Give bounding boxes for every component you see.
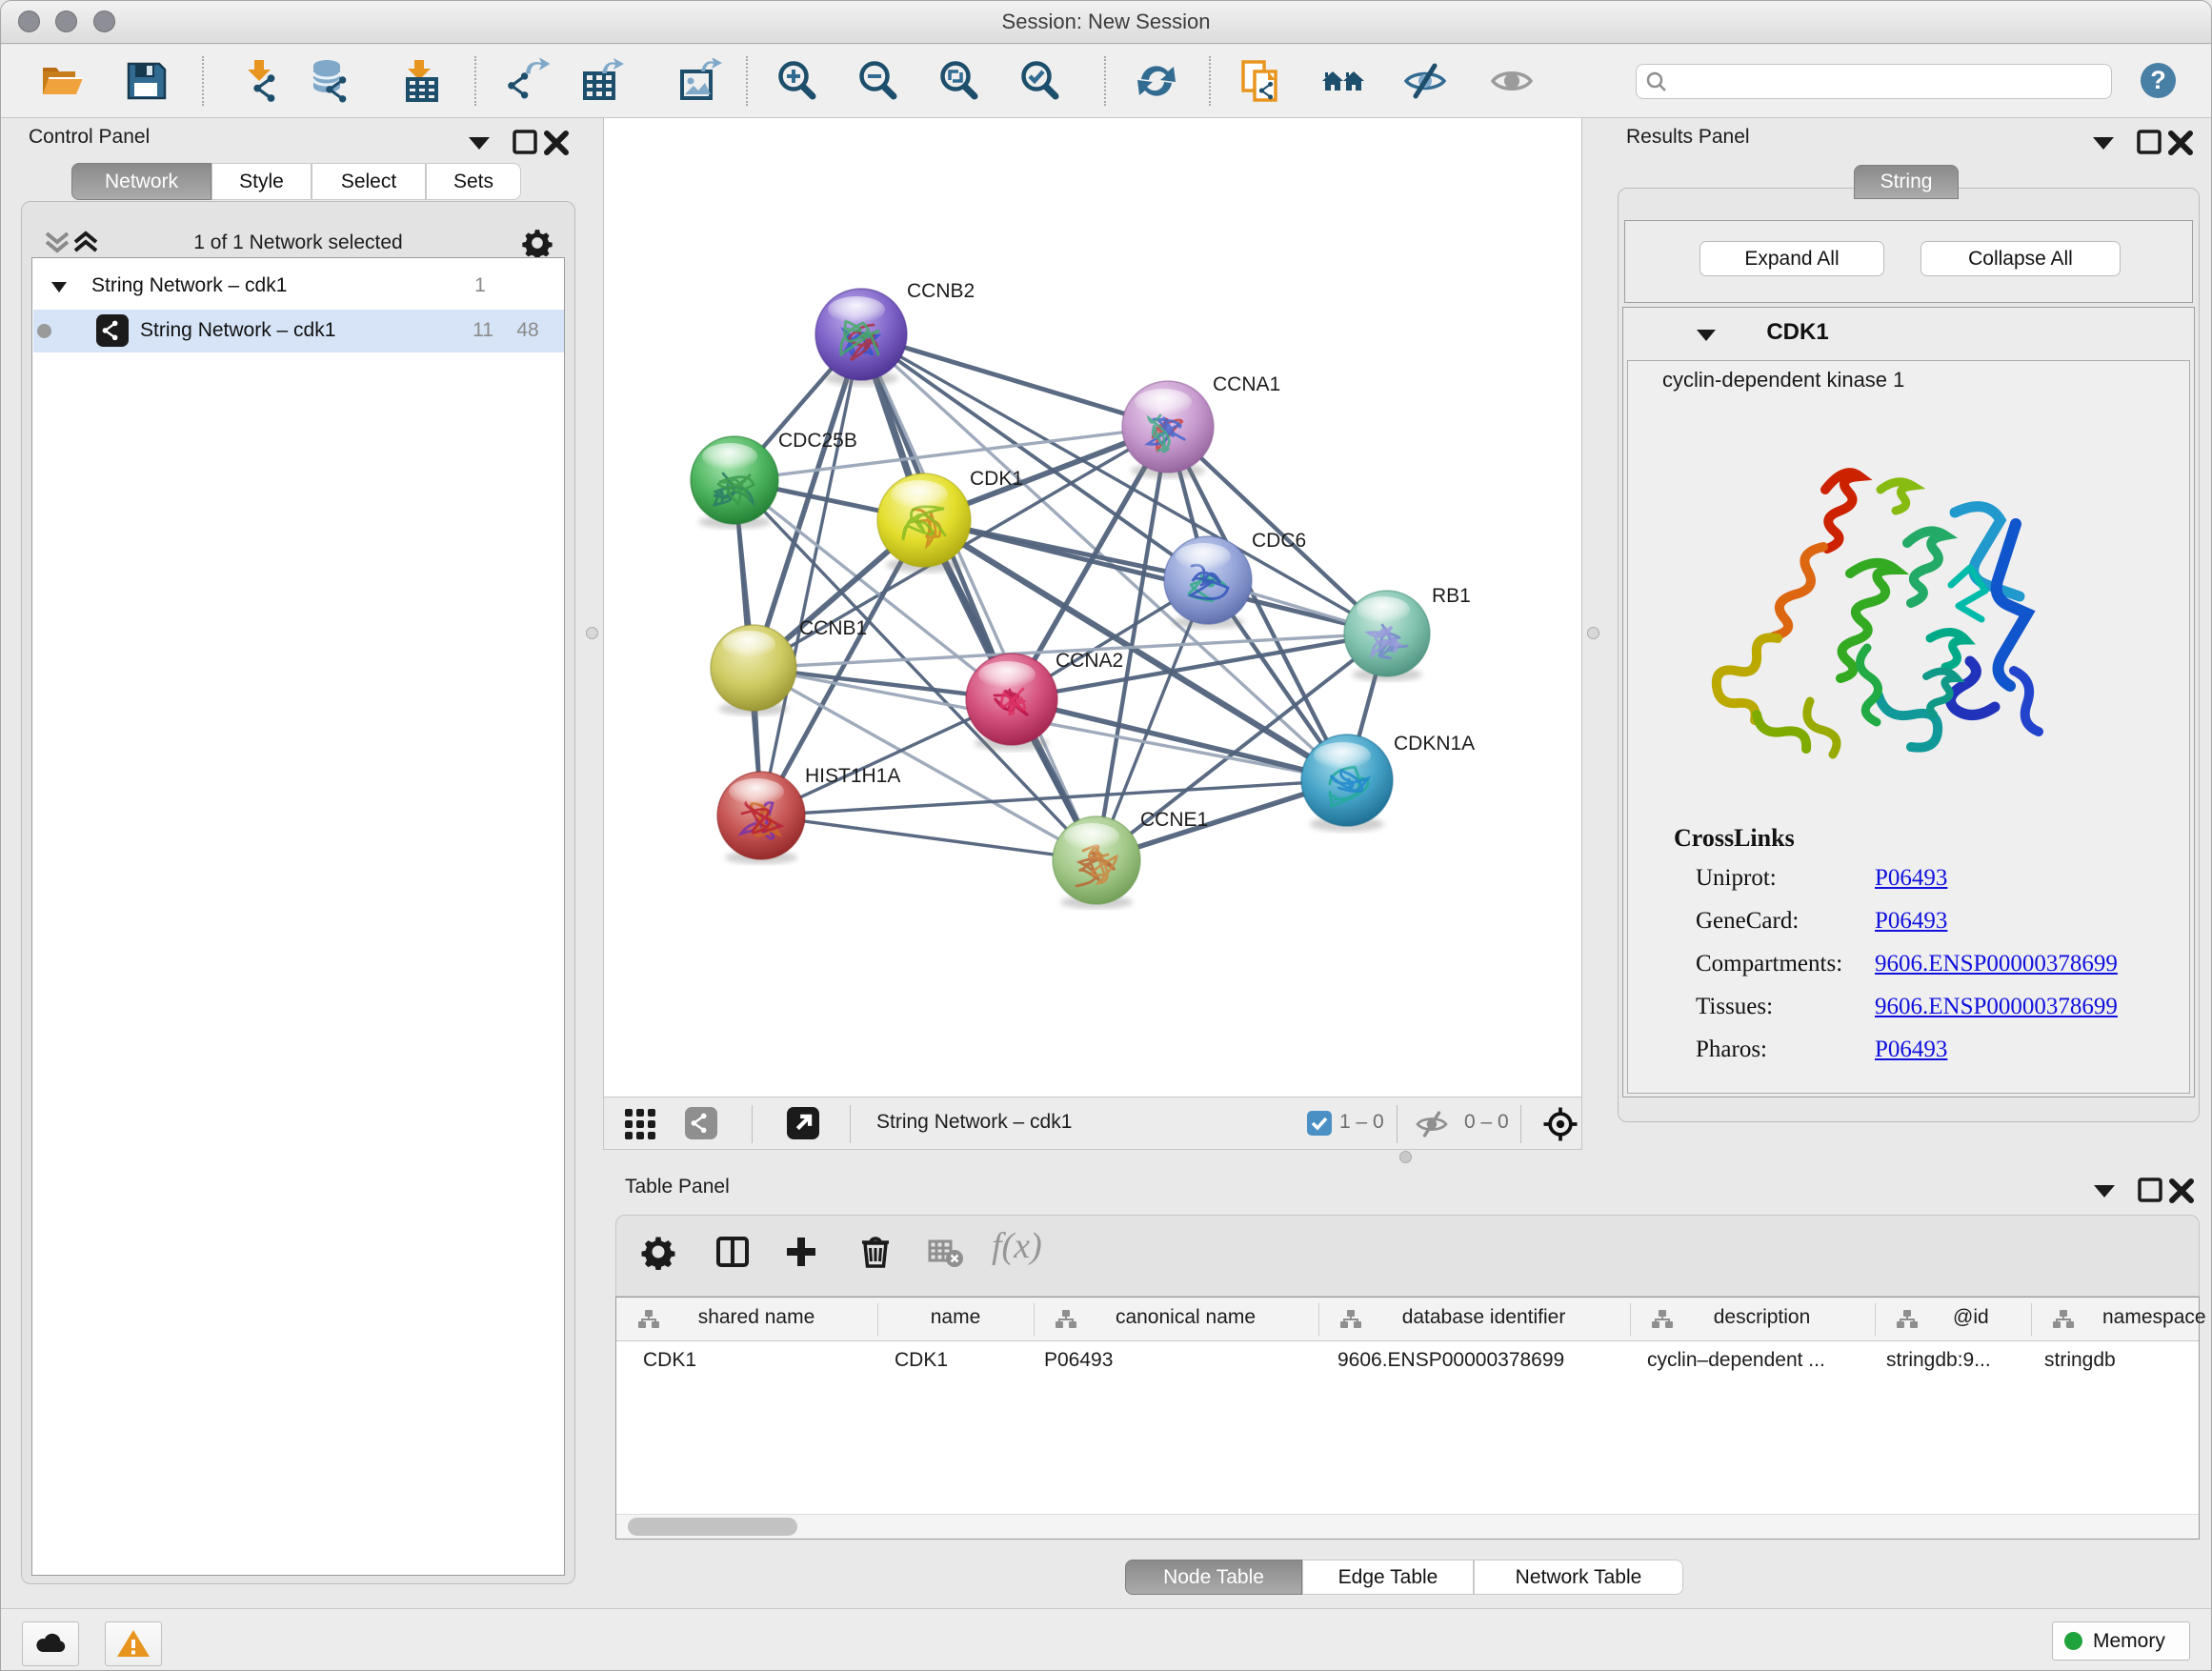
svg-text:CCNB2: CCNB2 <box>907 280 975 302</box>
svg-text:CDC25B: CDC25B <box>778 430 857 452</box>
svg-text:CDC6: CDC6 <box>1252 530 1306 552</box>
svg-text:CDKN1A: CDKN1A <box>1394 733 1475 755</box>
svg-text:CCNB1: CCNB1 <box>799 617 867 639</box>
svg-text:CCNA1: CCNA1 <box>1213 373 1280 395</box>
svg-text:CCNA2: CCNA2 <box>1056 650 1123 672</box>
svg-text:CDK1: CDK1 <box>970 468 1023 490</box>
svg-text:RB1: RB1 <box>1432 585 1471 607</box>
svg-text:CCNE1: CCNE1 <box>1140 809 1208 831</box>
svg-text:HIST1H1A: HIST1H1A <box>805 765 900 787</box>
